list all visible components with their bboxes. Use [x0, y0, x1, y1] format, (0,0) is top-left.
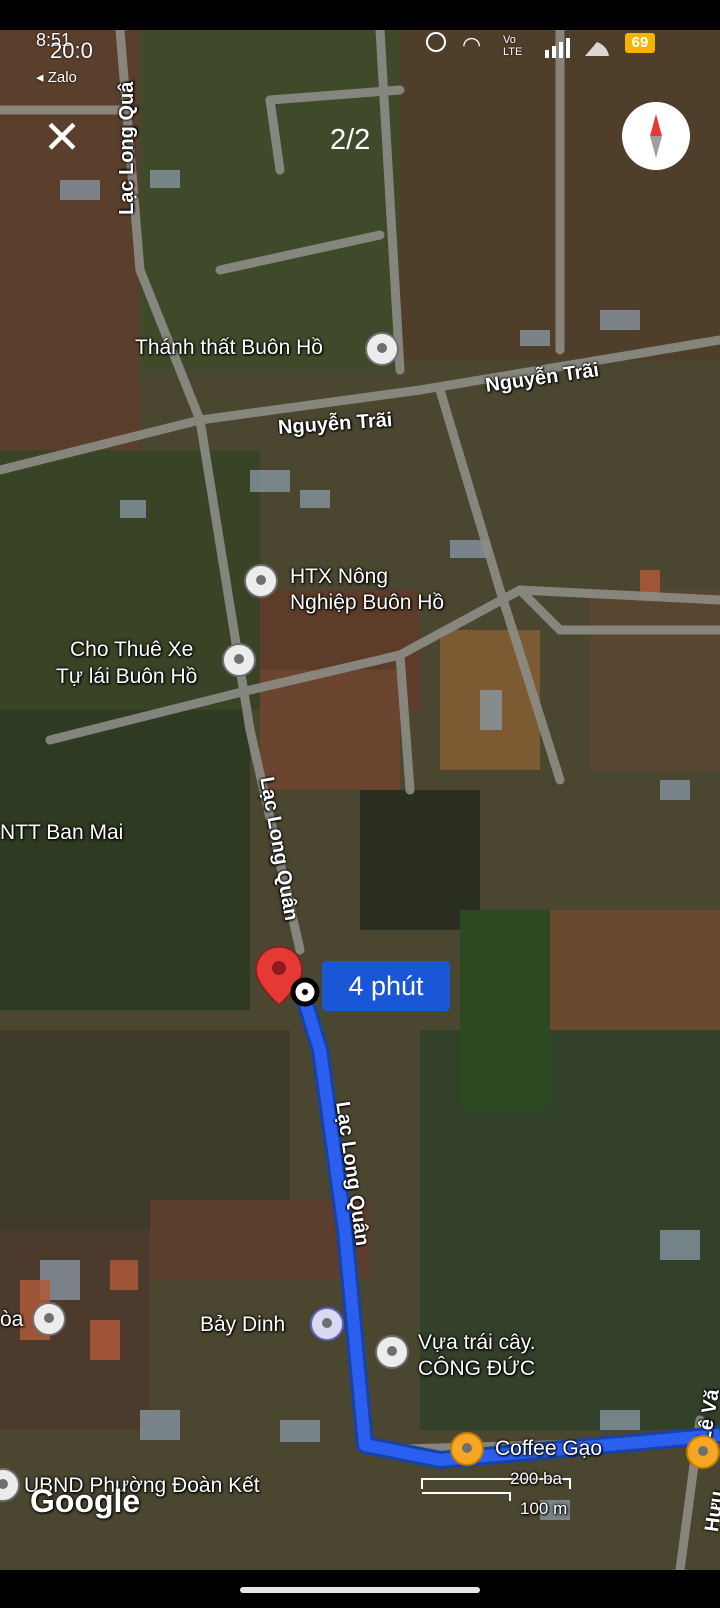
back-to-app-link[interactable]: ◂ Zalo — [36, 68, 77, 86]
compass-icon — [650, 114, 662, 158]
battery-indicator: 69 — [625, 33, 655, 53]
place-label-cho-thue-line2[interactable]: Tự lái Buôn Hồ — [56, 664, 197, 689]
status-overlay-text: 20:0 — [50, 38, 93, 63]
place-label-hoa[interactable]: òa — [0, 1307, 23, 1332]
scale-label-top: 200 ba — [510, 1469, 562, 1488]
place-label-htx-line2[interactable]: Nghiệp Buôn Hồ — [290, 590, 444, 615]
place-label-coffee-gao[interactable]: Coffee Gạo — [495, 1436, 602, 1461]
alarm-icon — [426, 32, 446, 52]
route-duration-badge[interactable]: 4 phút — [322, 961, 450, 1011]
place-label-vua-trai-cay-line1[interactable]: Vựa trái cây. — [418, 1330, 536, 1355]
coffee-icon[interactable] — [450, 1432, 484, 1466]
satellite-map[interactable]: Lạc Long Quâ Nguyễn Trãi Nguyễn Trãi Lạc… — [0, 30, 720, 1570]
google-logo: Google — [30, 1483, 141, 1519]
coffee-icon-2[interactable] — [686, 1435, 720, 1469]
place-pin-cho-thue-icon[interactable] — [222, 643, 256, 677]
temple-icon[interactable] — [365, 332, 399, 366]
church-icon[interactable] — [32, 1302, 66, 1336]
place-label-cho-thue-line1[interactable]: Cho Thuê Xe — [70, 637, 193, 662]
car-service-icon[interactable] — [310, 1307, 344, 1341]
place-label-ntt-ban-mai[interactable]: NTT Ban Mai — [0, 820, 123, 845]
home-indicator[interactable] — [240, 1587, 480, 1593]
place-pin-htx-icon[interactable] — [244, 564, 278, 598]
place-pin-vua-trai-cay-icon[interactable] — [375, 1335, 409, 1369]
place-label-vua-trai-cay-line2[interactable]: CÔNG ĐỨC — [418, 1356, 535, 1381]
signal-bars-graphic — [545, 38, 609, 58]
place-label-thanh-that[interactable]: Thánh thất Buôn Hồ — [135, 335, 323, 360]
scale-label-bottom: 100 m — [520, 1499, 568, 1518]
place-label-bay-dinh[interactable]: Bảy Dinh — [200, 1312, 285, 1337]
wifi-icon: ◠ — [462, 32, 482, 57]
page-counter: 2/2 — [330, 124, 371, 156]
network-label: Vo LTE — [503, 34, 523, 58]
place-label-htx-line1[interactable]: HTX Nông — [290, 564, 388, 589]
road-label-lac-long-quan-top: Lạc Long Quâ — [116, 81, 138, 215]
close-button[interactable]: ✕ — [42, 114, 82, 160]
signal-icon — [545, 36, 615, 63]
compass-button[interactable] — [622, 102, 690, 170]
map-imagery — [0, 30, 720, 1570]
screen: Lạc Long Quâ Nguyễn Trãi Nguyễn Trãi Lạc… — [0, 0, 720, 1608]
